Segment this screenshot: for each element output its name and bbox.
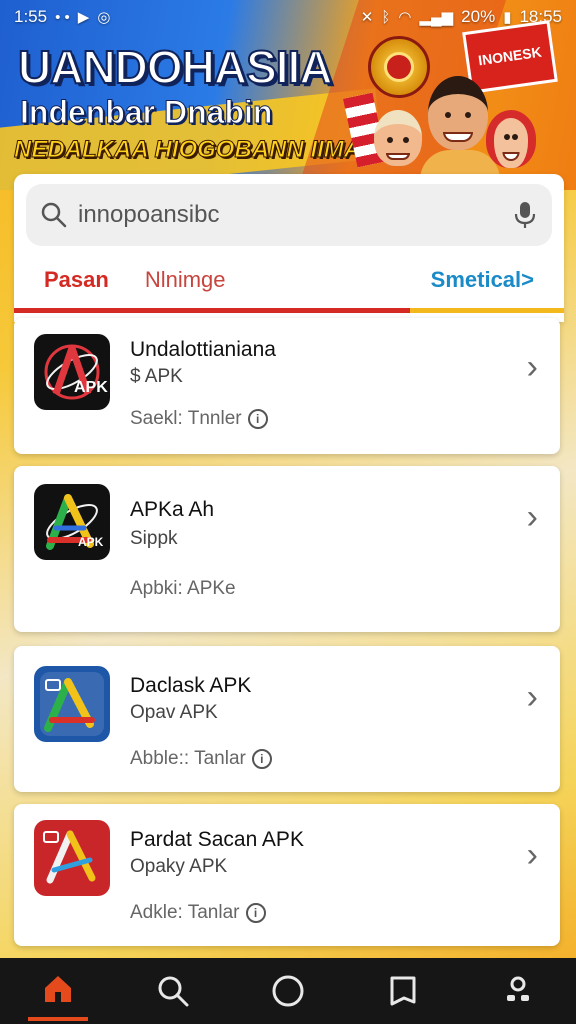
chevron-right-icon[interactable]: › bbox=[527, 350, 538, 384]
app-list-item[interactable]: Daclask APK Opav APK Abble:: Tanlar i › bbox=[14, 646, 560, 792]
bottom-nav bbox=[0, 958, 576, 1024]
app-list-item[interactable]: Pardat Sacan APK Opaky APK Adkle: Tanlar… bbox=[14, 804, 560, 946]
person-illustration bbox=[428, 76, 488, 150]
battery-icon: ▮ bbox=[503, 9, 512, 26]
app-title: Daclask APK bbox=[130, 674, 252, 697]
hero-banner[interactable]: 1:55 • • ▶ ◎ ✕ ᛒ ◠ ▂▄▆ 20% ▮ 18:55 UANDO… bbox=[0, 0, 576, 190]
info-icon[interactable]: i bbox=[245, 903, 266, 923]
app-subtitle: $ APK bbox=[130, 366, 183, 387]
chevron-right-icon[interactable]: › bbox=[527, 680, 538, 714]
app-meta: Abble:: Tanlar i bbox=[130, 748, 272, 770]
bluetooth-icon: ᛒ bbox=[381, 8, 391, 26]
hero-sign: INONESK bbox=[462, 20, 558, 94]
search-card: innopoansibc Pasan Nlnimge Smetical> bbox=[14, 174, 564, 322]
tab-indicator bbox=[14, 308, 564, 313]
battery-percent: 20% bbox=[461, 7, 496, 26]
app-meta: Adkle: Tanlar i bbox=[130, 902, 266, 924]
search-icon[interactable] bbox=[40, 201, 68, 229]
search-bar[interactable]: innopoansibc bbox=[26, 184, 552, 246]
mute-icon: ✕ bbox=[360, 9, 374, 26]
circle-icon[interactable] bbox=[258, 961, 318, 1021]
microphone-icon[interactable] bbox=[512, 200, 538, 230]
app-subtitle: Sippk bbox=[130, 528, 178, 549]
instagram-icon: ◎ bbox=[97, 9, 111, 26]
wifi-icon: ◠ bbox=[398, 9, 412, 26]
app-icon bbox=[34, 666, 110, 742]
app-title: APKa Ah bbox=[130, 498, 215, 521]
tab-bar: Pasan Nlnimge Smetical> bbox=[14, 252, 564, 308]
app-icon bbox=[34, 820, 110, 896]
info-icon[interactable]: i bbox=[251, 749, 272, 769]
app-title: Undalottianiana bbox=[130, 338, 276, 361]
app-icon: APK bbox=[34, 334, 110, 410]
app-meta-text: Apbki: APKe bbox=[130, 578, 236, 599]
bookmark-icon[interactable] bbox=[373, 961, 433, 1021]
status-time: 1:55 bbox=[14, 7, 48, 26]
home-icon[interactable] bbox=[27, 961, 88, 1021]
app-icon: APK bbox=[34, 484, 110, 560]
tab-smetical[interactable]: Smetical> bbox=[431, 267, 534, 293]
hero-sign-text: INONESK bbox=[477, 43, 543, 69]
app-meta-text: Adkle: Tanlar bbox=[130, 902, 240, 923]
youtube-icon: ▶ bbox=[77, 9, 90, 26]
app-icon-label: APK bbox=[78, 535, 104, 549]
app-list-item[interactable]: APK APKa Ah Sippk Apbki: APKe › bbox=[14, 466, 560, 632]
tab-nlnimge[interactable]: Nlnimge bbox=[145, 267, 226, 293]
app-icon-label: APK bbox=[74, 379, 108, 396]
search-icon[interactable] bbox=[143, 961, 203, 1021]
signal-icon: ▂▄▆ bbox=[419, 9, 454, 26]
notification-dots-icon: • • bbox=[55, 8, 70, 26]
app-meta: Apbki: APKe bbox=[130, 578, 236, 600]
app-meta-text: Saekl: Tnnler bbox=[130, 408, 242, 429]
app-list-item[interactable]: APK Undalottianiana $ APK Saekl: Tnnler … bbox=[14, 318, 560, 454]
emblem-icon bbox=[368, 36, 430, 98]
search-input[interactable]: innopoansibc bbox=[78, 201, 512, 229]
app-meta: Saekl: Tnnler i bbox=[130, 408, 268, 430]
tab-pasan[interactable]: Pasan bbox=[44, 267, 109, 293]
app-title: Pardat Sacan APK bbox=[130, 828, 304, 851]
chevron-right-icon[interactable]: › bbox=[527, 838, 538, 872]
info-icon[interactable]: i bbox=[247, 409, 268, 429]
app-meta-text: Abble:: Tanlar bbox=[130, 748, 246, 769]
chevron-right-icon[interactable]: › bbox=[527, 500, 538, 534]
person-illustration bbox=[486, 110, 536, 168]
profile-icon[interactable] bbox=[488, 961, 548, 1021]
app-subtitle: Opav APK bbox=[130, 702, 218, 723]
app-subtitle: Opaky APK bbox=[130, 856, 228, 877]
hero-subtitle: Indenbar Dnabin bbox=[19, 94, 273, 131]
hero-tagline: NEDALKAA HIOGOBANN IIMA bbox=[13, 136, 362, 164]
hero-title: UANDOHASIIA bbox=[17, 40, 334, 94]
person-illustration bbox=[374, 110, 422, 166]
